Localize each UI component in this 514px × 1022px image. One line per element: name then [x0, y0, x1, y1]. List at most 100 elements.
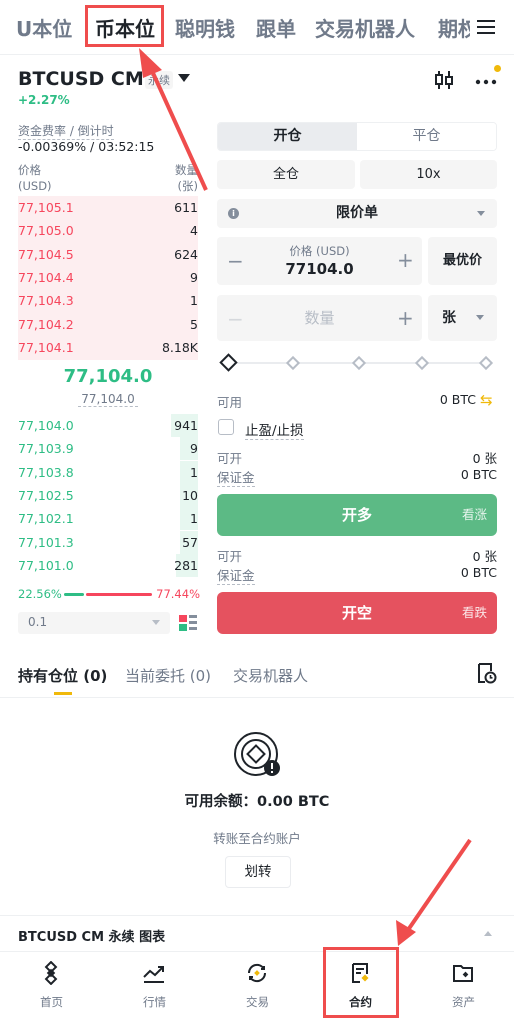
open-long-label: 开多: [341, 506, 372, 524]
perpetual-badge: 永续: [145, 71, 173, 89]
leverage-button[interactable]: 10x: [360, 160, 497, 189]
mark-price[interactable]: 77,104.0: [78, 392, 138, 407]
orderbook-layout-icon[interactable]: [177, 612, 199, 634]
ask-row[interactable]: 77,104.3 1: [18, 289, 198, 312]
slider-step-100[interactable]: [478, 355, 494, 371]
bid-row[interactable]: 77,101.3 57: [18, 530, 198, 554]
bid-price: 77,102.5: [18, 487, 74, 503]
short-max-open-value: 0 张: [472, 549, 497, 564]
chevron-up-icon[interactable]: [484, 931, 492, 936]
order-type-select[interactable]: i 限价单: [217, 199, 497, 228]
price-header-unit: (USD): [18, 179, 52, 193]
top-tab-bar: U本位 币本位 聪明钱 跟单 交易机器人 期权: [0, 0, 514, 55]
candlestick-chart-icon[interactable]: [432, 68, 456, 92]
open-short-sub: 看跌: [461, 605, 487, 620]
tab-open-position[interactable]: 开仓: [218, 123, 357, 150]
tab-options[interactable]: 期权: [438, 13, 470, 42]
last-price[interactable]: 77,104.0: [18, 366, 198, 387]
depth-step-select[interactable]: 0.1: [18, 612, 170, 634]
price-increment-button[interactable]: +: [397, 248, 414, 272]
unit-label: 张: [442, 310, 456, 326]
tab-usdm[interactable]: U本位: [16, 13, 72, 42]
bid-row[interactable]: 77,102.5 10: [18, 483, 198, 507]
open-short-button[interactable]: 开空 看跌: [217, 592, 497, 634]
nav-assets[interactable]: 资产: [412, 952, 514, 1022]
trade-icon: [247, 963, 267, 983]
ask-qty: 1: [190, 293, 198, 309]
highlight-box-futures: [323, 947, 399, 1018]
tab-close-position[interactable]: 平仓: [357, 123, 496, 150]
funding-rate-value: -0.00369% / 03:52:15: [18, 139, 155, 154]
tpsl-checkbox[interactable]: [218, 419, 234, 435]
price-input-value[interactable]: 77104.0: [217, 260, 422, 278]
ask-row[interactable]: 77,104.2 5: [18, 313, 198, 336]
nav-home[interactable]: 首页: [0, 952, 103, 1022]
order-history-icon[interactable]: [475, 662, 497, 684]
tab-smart-money[interactable]: 聪明钱: [175, 13, 235, 42]
ask-row[interactable]: 77,105.1 611: [18, 196, 198, 219]
tab-open-orders[interactable]: 当前委托 (0): [125, 665, 211, 686]
open-long-button[interactable]: 开多 看涨: [217, 494, 497, 536]
orderbook-qty-header: 数量 (张): [160, 162, 198, 194]
bid-row[interactable]: 77,104.0 941: [18, 414, 198, 437]
transfer-swap-icon[interactable]: ⇆: [480, 391, 493, 409]
buy-ratio-bar: [64, 593, 84, 596]
chart-section-bar[interactable]: BTCUSD CM 永续 图表: [0, 915, 514, 951]
tpsl-label[interactable]: 止盈/止损: [245, 419, 304, 440]
symbol-name[interactable]: BTCUSD CM: [18, 68, 144, 90]
ask-row[interactable]: 77,104.5 624: [18, 243, 198, 266]
symbol-dropdown-icon[interactable]: [178, 74, 190, 82]
transfer-button[interactable]: 划转: [225, 856, 291, 888]
menu-icon[interactable]: [473, 14, 499, 40]
qty-header-label: 数量: [175, 163, 198, 177]
ask-price: 77,104.4: [18, 269, 74, 285]
long-margin-label[interactable]: 保证金: [217, 467, 255, 487]
ask-price: 77,105.1: [18, 200, 74, 215]
slider-step-25[interactable]: [285, 355, 301, 371]
tab-trading-bots[interactable]: 交易机器人: [315, 13, 415, 42]
price-header-label: 价格: [18, 163, 41, 177]
best-price-button[interactable]: 最优价: [428, 237, 497, 285]
bid-row[interactable]: 77,103.9 9: [18, 437, 198, 461]
ask-row[interactable]: 77,105.0 4: [18, 219, 198, 242]
quantity-input[interactable]: − 数量 +: [217, 295, 422, 341]
margin-mode-button[interactable]: 全仓: [217, 160, 355, 189]
ask-qty: 8.18K: [161, 339, 198, 355]
ask-qty: 611: [174, 200, 198, 215]
open-long-sub: 看涨: [461, 507, 487, 522]
nav-markets[interactable]: 行情: [103, 952, 206, 1022]
price-input[interactable]: − 价格 (USD) 77104.0 +: [217, 237, 422, 285]
funding-rate-label[interactable]: 资金费率 / 倒计时: [18, 122, 114, 140]
tab-bots[interactable]: 交易机器人: [233, 665, 308, 686]
slider-handle[interactable]: [219, 353, 238, 372]
bid-row[interactable]: 77,102.1 1: [18, 507, 198, 531]
ask-price: 77,105.0: [18, 223, 74, 239]
short-max-open-label: 可开: [217, 549, 243, 564]
notification-dot: [494, 65, 501, 72]
divider: [0, 697, 514, 698]
highlight-box-coinm: [85, 5, 164, 47]
nav-trade[interactable]: 交易: [206, 952, 309, 1022]
slider-step-50[interactable]: [351, 355, 367, 371]
nav-trade-label: 交易: [246, 995, 269, 1009]
ask-row[interactable]: 77,104.4 9: [18, 266, 198, 289]
sell-ratio-bar: [86, 593, 152, 596]
tab-positions[interactable]: 持有仓位 (0): [18, 665, 107, 686]
bid-price: 77,101.3: [18, 534, 74, 550]
unit-select[interactable]: 张: [428, 295, 497, 341]
bid-row[interactable]: 77,101.0 281: [18, 553, 198, 577]
tab-copy-trading[interactable]: 跟单: [256, 13, 296, 42]
qty-header-unit: (张): [177, 179, 198, 193]
nav-markets-label: 行情: [143, 995, 166, 1009]
more-options-icon[interactable]: [474, 70, 498, 90]
bid-qty: 941: [174, 418, 198, 433]
bid-price: 77,104.0: [18, 418, 74, 433]
short-margin-label[interactable]: 保证金: [217, 565, 255, 585]
ask-row[interactable]: 77,104.1 8.18K: [18, 336, 198, 359]
short-margin-value: 0 BTC: [460, 565, 497, 580]
qty-increment-button[interactable]: +: [397, 306, 414, 330]
bid-row[interactable]: 77,103.8 1: [18, 460, 198, 484]
slider-step-75[interactable]: [414, 355, 430, 371]
bid-qty: 57: [182, 534, 198, 550]
ask-price: 77,104.2: [18, 316, 74, 332]
